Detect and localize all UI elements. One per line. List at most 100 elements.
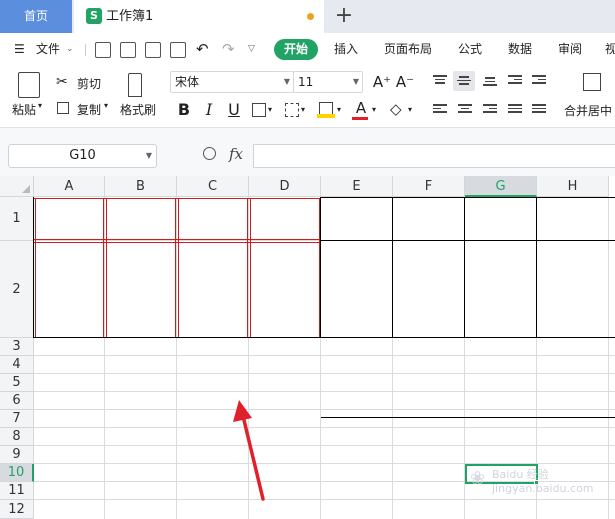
borders-chevron-icon[interactable]: ▾ <box>268 105 272 114</box>
borders-icon[interactable] <box>252 103 266 117</box>
format-painter-icon <box>128 73 142 97</box>
decrease-indent-icon[interactable] <box>508 75 522 87</box>
fill-color-icon[interactable] <box>319 102 333 114</box>
cell-border <box>33 337 615 338</box>
tab-formulas[interactable]: 公式 <box>458 33 482 66</box>
fill-pattern-chevron-icon[interactable]: ▾ <box>301 105 305 114</box>
align-center-icon[interactable] <box>458 104 472 116</box>
paste-chevron-icon[interactable]: ▾ <box>38 101 42 110</box>
more-chevron-icon[interactable]: ▽ <box>248 33 255 66</box>
tab-view[interactable]: 视 <box>605 33 615 66</box>
fill-color-chevron-icon[interactable]: ▾ <box>337 105 341 114</box>
row-header-6[interactable]: 6 <box>0 392 34 410</box>
red-border <box>319 198 320 337</box>
chevron-down-icon: ▼ <box>283 77 290 86</box>
separator <box>85 44 86 56</box>
bold-button[interactable]: B <box>175 100 193 120</box>
column-header-g[interactable]: G <box>465 176 537 197</box>
align-right-icon[interactable] <box>483 104 497 116</box>
column-header-f[interactable]: F <box>393 176 465 197</box>
row-header-3[interactable]: 3 <box>0 338 34 356</box>
menu-row: ☰ 文件 ⌄ ↶ ↷ ▽ 开始 插入 页面布局 公式 数据 审阅 视 <box>0 33 615 66</box>
scissors-icon: ✂ <box>56 74 68 90</box>
font-name-select[interactable]: 宋体 ▼ <box>170 71 294 93</box>
justify-icon[interactable] <box>508 104 522 116</box>
print-preview-icon[interactable] <box>170 42 186 58</box>
column-header-e[interactable]: E <box>321 176 393 197</box>
gridline <box>34 499 615 500</box>
gridline <box>176 197 177 519</box>
column-header-a[interactable]: A <box>34 176 105 197</box>
cell-border <box>321 197 615 198</box>
row-header-1[interactable]: 1 <box>0 197 34 241</box>
increase-indent-icon[interactable] <box>532 75 546 87</box>
column-header-b[interactable]: B <box>105 176 177 197</box>
red-border <box>175 198 176 337</box>
fill-pattern-icon[interactable] <box>285 103 299 117</box>
align-left-icon[interactable] <box>433 104 447 116</box>
tab-home[interactable]: 首页 <box>0 0 72 33</box>
add-tab-button[interactable]: + <box>334 3 354 29</box>
eraser-chevron-icon[interactable]: ▾ <box>408 105 412 114</box>
chevron-down-icon[interactable]: ⌄ <box>66 33 74 66</box>
paste-icon[interactable] <box>18 72 40 98</box>
grow-font-button[interactable]: A⁺ <box>372 72 392 92</box>
ribbon: 粘贴 ▾ ✂ 剪切 复制 ▾ 格式刷 宋体 ▼ 11 ▼ A⁺ A⁻ B I U… <box>0 66 615 128</box>
align-bottom-icon[interactable] <box>483 77 497 89</box>
font-size-select[interactable]: 11 ▼ <box>293 71 363 93</box>
tab-start[interactable]: 开始 <box>274 39 318 60</box>
formula-input[interactable] <box>253 144 615 168</box>
cut-button[interactable]: 剪切 <box>77 75 101 92</box>
copy-chevron-icon[interactable]: ▾ <box>104 101 108 110</box>
row-header-4[interactable]: 4 <box>0 356 34 374</box>
distributed-icon[interactable] <box>532 104 546 116</box>
zoom-icon[interactable] <box>203 147 216 160</box>
font-color-button[interactable]: A <box>352 98 370 118</box>
merge-center-button[interactable]: 合并居中 <box>564 102 612 119</box>
row-header-11[interactable]: 11 <box>0 482 34 500</box>
save-icon[interactable] <box>95 42 111 58</box>
row-header-12[interactable]: 12 <box>0 500 34 519</box>
row-header-5[interactable]: 5 <box>0 374 34 392</box>
eraser-icon[interactable]: ◇ <box>390 100 402 118</box>
tab-document[interactable]: S 工作簿1 <box>74 0 324 33</box>
tab-page-layout[interactable]: 页面布局 <box>384 33 432 66</box>
hamburger-icon[interactable]: ☰ <box>14 33 25 66</box>
italic-button[interactable]: I <box>200 100 218 120</box>
gridline <box>34 427 615 428</box>
paste-button[interactable]: 粘贴 <box>12 101 36 118</box>
cell-border <box>33 197 34 338</box>
align-top-icon[interactable] <box>433 75 447 87</box>
column-header-h[interactable]: H <box>537 176 609 197</box>
menu-file[interactable]: 文件 <box>36 33 60 66</box>
tab-data[interactable]: 数据 <box>508 33 532 66</box>
tab-insert[interactable]: 插入 <box>334 33 358 66</box>
export-icon[interactable] <box>120 42 136 58</box>
name-box[interactable]: G10 ▼ <box>8 144 157 168</box>
fx-icon[interactable]: fx <box>229 145 243 163</box>
spreadsheet-grid[interactable]: ABCDEFGH 1 2 3 4 5 6 7 8 9 10 11 12 ❀ Baidu 经验 jing… <box>0 176 615 519</box>
red-border <box>35 198 36 337</box>
row-header-7[interactable]: 7 <box>0 410 34 428</box>
format-painter-button[interactable]: 格式刷 <box>120 101 156 118</box>
chevron-down-icon: ▼ <box>145 151 152 160</box>
print-icon[interactable] <box>145 42 161 58</box>
align-middle-icon <box>457 76 471 88</box>
underline-button[interactable]: U <box>225 100 243 120</box>
redo-icon[interactable]: ↷ <box>222 33 235 66</box>
copy-button[interactable]: 复制 <box>77 101 101 118</box>
column-header-d[interactable]: D <box>249 176 321 197</box>
font-color-chevron-icon[interactable]: ▾ <box>372 105 376 114</box>
tab-review[interactable]: 审阅 <box>558 33 582 66</box>
row-header-2[interactable]: 2 <box>0 241 34 338</box>
row-header-8[interactable]: 8 <box>0 428 34 446</box>
undo-icon[interactable]: ↶ <box>196 33 209 66</box>
row-header-10[interactable]: 10 <box>0 464 34 482</box>
select-all-triangle-icon <box>22 185 30 193</box>
shrink-font-button[interactable]: A⁻ <box>395 72 415 92</box>
red-border <box>178 198 179 337</box>
row-header-9[interactable]: 9 <box>0 446 34 464</box>
column-header-c[interactable]: C <box>177 176 249 197</box>
red-border <box>103 198 104 337</box>
spreadsheet-icon: S <box>86 8 102 24</box>
